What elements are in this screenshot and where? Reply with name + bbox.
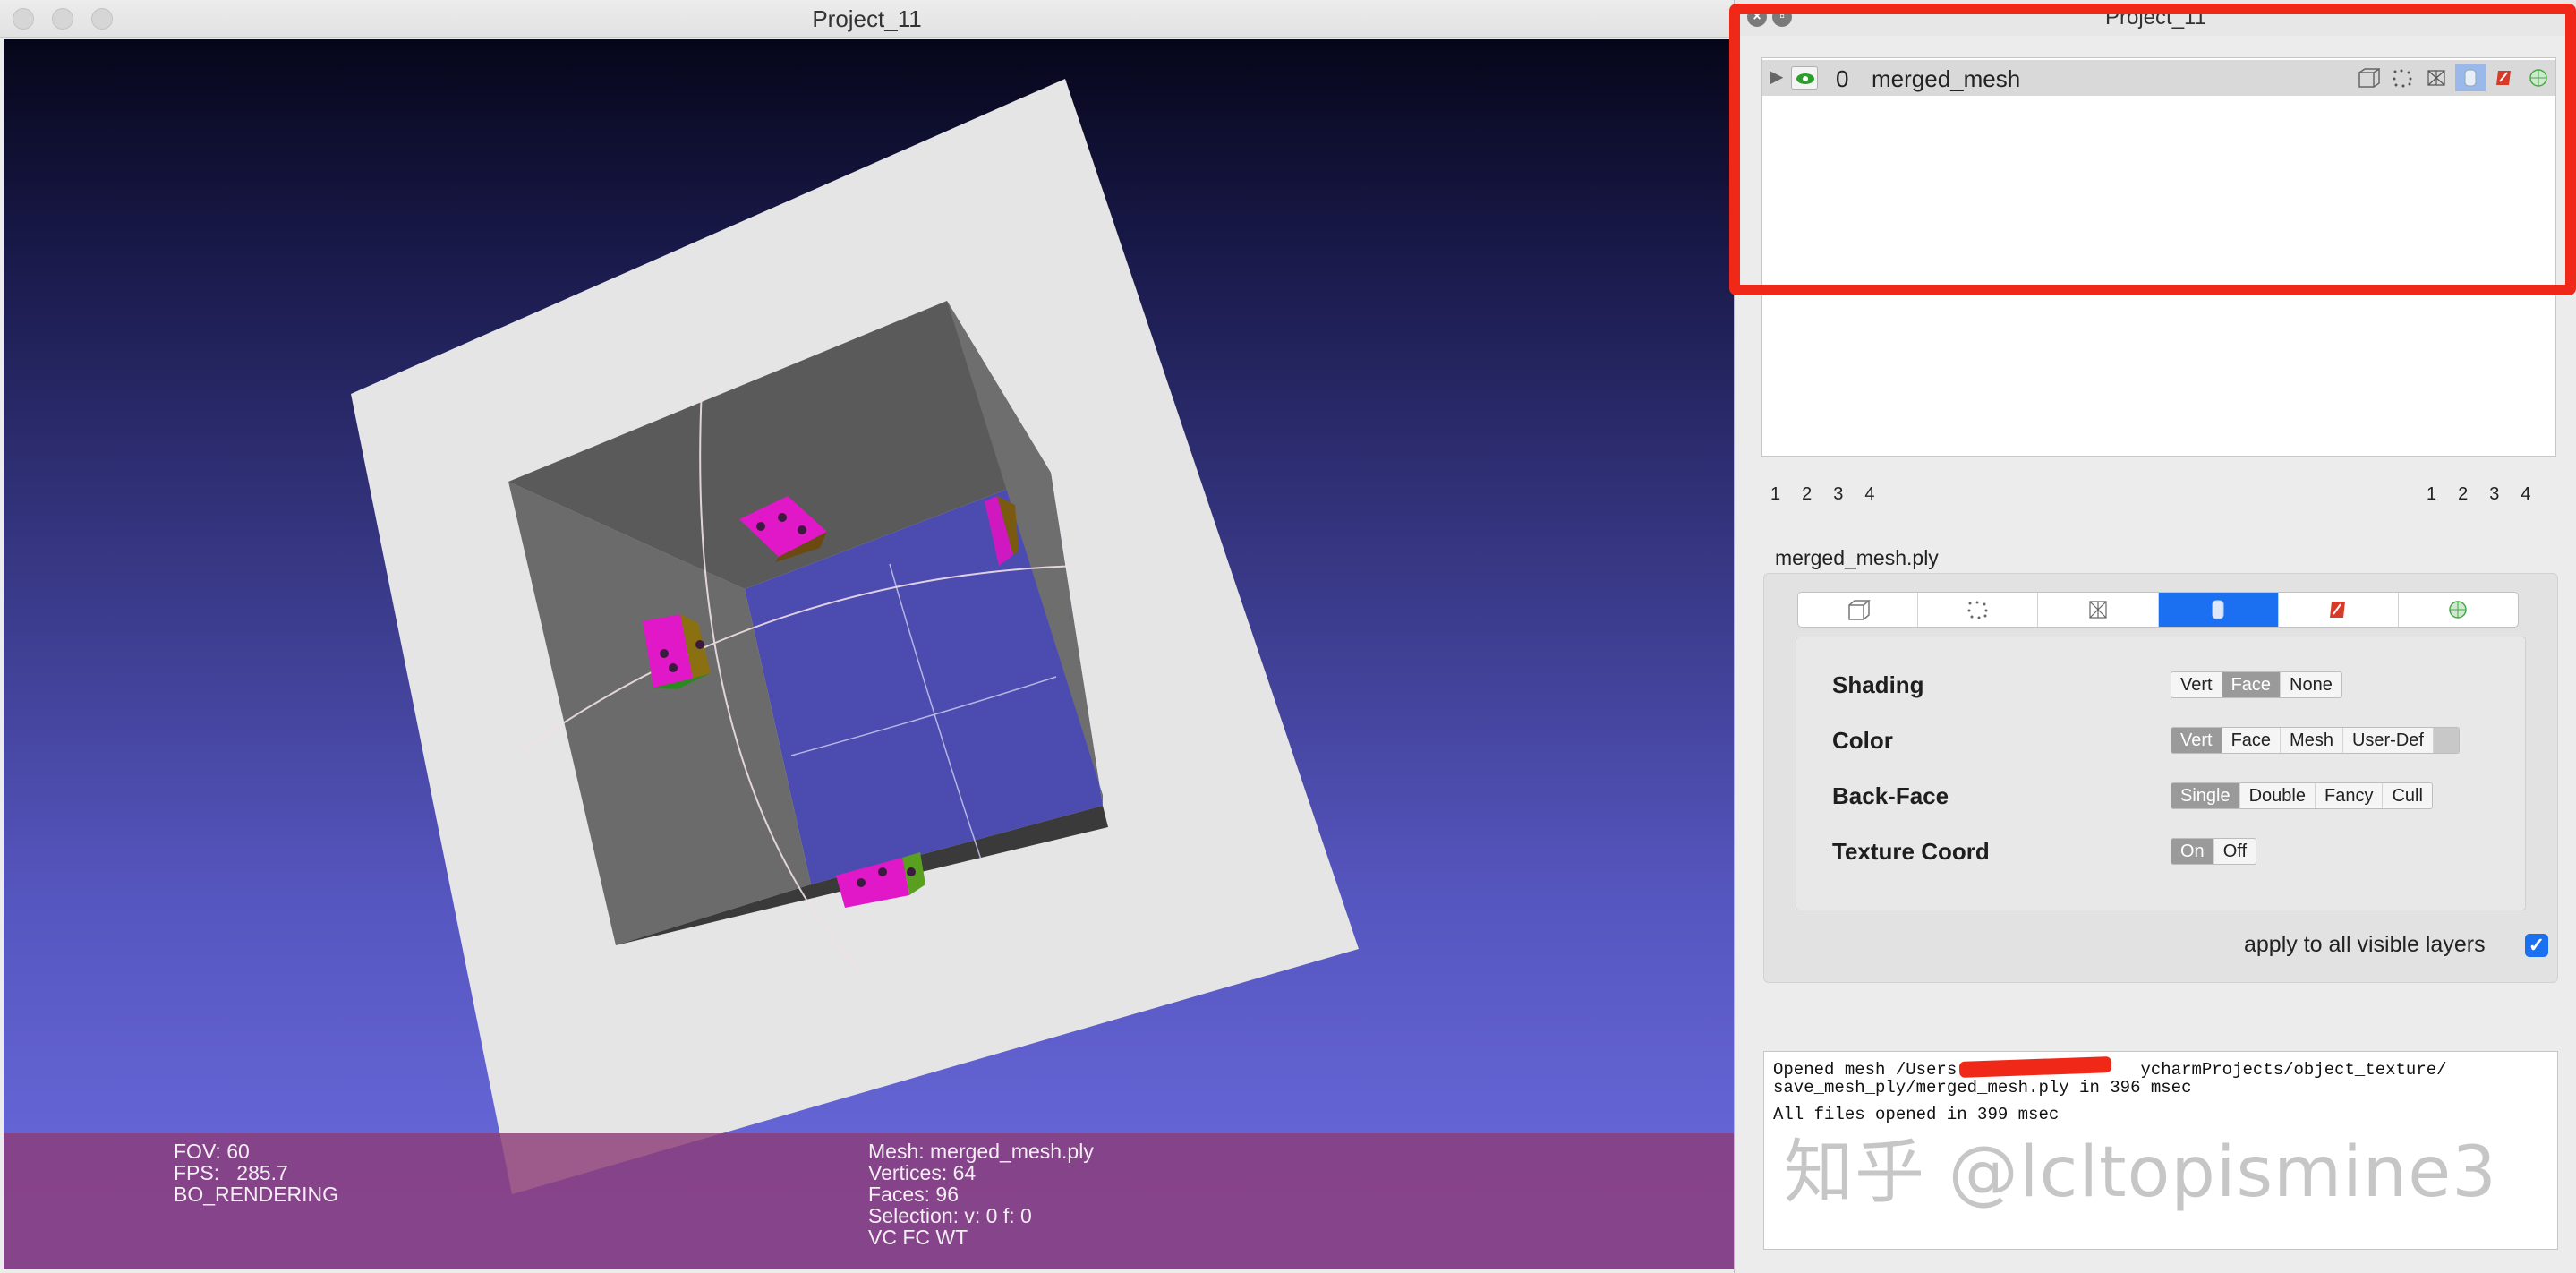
layer-index: 0 bbox=[1836, 65, 1849, 92]
page-4[interactable]: 4 bbox=[1864, 484, 1874, 505]
color-selector: Vert Face Mesh User-Def bbox=[2171, 727, 2460, 754]
color-label: Color bbox=[1832, 727, 1893, 754]
layer-render-icons bbox=[2353, 64, 2554, 91]
texture-coord-off[interactable]: Off bbox=[2214, 839, 2256, 864]
texture-coord-row: Texture Coord On Off bbox=[1796, 833, 2527, 868]
fps-readout: FPS: 285.7 bbox=[174, 1161, 288, 1184]
mesh-info: Mesh: merged_mesh.ply Vertices: 64 Faces… bbox=[868, 1141, 1094, 1248]
layer-pages-right: 1 2 3 4 bbox=[2427, 484, 2531, 505]
main-window: Project_11 FOV: 60 FPS: 285.7 BO_RENDERI… bbox=[0, 0, 1734, 1273]
page-3[interactable]: 3 bbox=[2489, 484, 2499, 505]
dialog-title-bar: × ▫ Project_11 bbox=[1735, 0, 2576, 36]
shading-vert[interactable]: Vert bbox=[2171, 672, 2222, 697]
page-2[interactable]: 2 bbox=[1802, 484, 1812, 505]
shading-label: Shading bbox=[1832, 671, 1924, 698]
render-mode-tabs bbox=[1797, 592, 2519, 628]
texture-icon[interactable] bbox=[2279, 593, 2399, 627]
back-face-selector: Single Double Fancy Cull bbox=[2171, 782, 2433, 809]
layer-pages-left: 1 2 3 4 bbox=[1770, 484, 1875, 505]
shading-none[interactable]: None bbox=[2281, 672, 2341, 697]
render-mode-readout: BO_RENDERING bbox=[174, 1183, 339, 1206]
expand-arrow-icon[interactable]: ▶ bbox=[1770, 65, 1783, 88]
sphere-icon[interactable] bbox=[2399, 593, 2518, 627]
render-options-panel: Shading Vert Face None Color Vert Face M… bbox=[1763, 573, 2558, 983]
mesh-name-readout: Mesh: merged_mesh.ply bbox=[868, 1140, 1094, 1163]
viewport-info-bar: FOV: 60 FPS: 285.7 BO_RENDERING Mesh: me… bbox=[4, 1133, 1734, 1269]
back-face-label: Back-Face bbox=[1832, 782, 1949, 809]
texture-coord-label: Texture Coord bbox=[1832, 838, 1990, 865]
page-1[interactable]: 1 bbox=[1770, 484, 1780, 505]
wire-icon[interactable] bbox=[2038, 593, 2159, 627]
back-face-fancy[interactable]: Fancy bbox=[2316, 783, 2384, 808]
color-row: Color Vert Face Mesh User-Def bbox=[1796, 722, 2527, 757]
color-vert[interactable]: Vert bbox=[2171, 728, 2222, 753]
layer-table[interactable]: ▶ 0 merged_mesh bbox=[1761, 57, 2556, 457]
shading-selector: Vert Face None bbox=[2171, 671, 2342, 698]
color-user-def[interactable]: User-Def bbox=[2343, 728, 2434, 753]
title-bar: Project_11 bbox=[0, 0, 1734, 38]
page-1[interactable]: 1 bbox=[2427, 484, 2436, 505]
color-mesh[interactable]: Mesh bbox=[2281, 728, 2343, 753]
texture-coord-selector: On Off bbox=[2171, 838, 2256, 865]
file-label: merged_mesh.ply bbox=[1775, 546, 1939, 569]
render-options: Shading Vert Face None Color Vert Face M… bbox=[1796, 636, 2526, 910]
points-icon[interactable] bbox=[1918, 593, 2039, 627]
layer-dialog: × ▫ Project_11 ▶ 0 merged_mesh 1 2 3 4 1… bbox=[1734, 0, 2576, 1273]
sphere-icon[interactable] bbox=[2523, 64, 2554, 91]
wire-icon[interactable] bbox=[2421, 64, 2452, 91]
apply-all-label: apply to all visible layers bbox=[2244, 932, 2486, 957]
3d-viewport[interactable]: FOV: 60 FPS: 285.7 BO_RENDERING Mesh: me… bbox=[4, 39, 1734, 1269]
shading-row: Shading Vert Face None bbox=[1796, 666, 2527, 702]
texture-icon[interactable] bbox=[2489, 64, 2520, 91]
back-face-cull[interactable]: Cull bbox=[2383, 783, 2431, 808]
flags-readout: VC FC WT bbox=[868, 1226, 968, 1249]
faces-readout: Faces: 96 bbox=[868, 1183, 959, 1206]
mesh-scene[interactable] bbox=[4, 39, 1734, 1269]
vertices-readout: Vertices: 64 bbox=[868, 1161, 977, 1184]
window-title: Project_11 bbox=[812, 5, 922, 32]
log-line: save_mesh_ply/merged_mesh.ply in 396 mse… bbox=[1773, 1078, 2192, 1098]
points-icon[interactable] bbox=[2387, 64, 2418, 91]
watermark: 知乎 @lcltopismine3 bbox=[1784, 1132, 2497, 1213]
layer-name[interactable]: merged_mesh bbox=[1872, 65, 2020, 93]
smooth-icon[interactable] bbox=[2158, 593, 2279, 627]
back-face-double[interactable]: Double bbox=[2240, 783, 2316, 808]
back-face-single[interactable]: Single bbox=[2171, 783, 2240, 808]
page-2[interactable]: 2 bbox=[2458, 484, 2468, 505]
log-window[interactable]: Opened mesh /Users ycharmProjects/object… bbox=[1763, 1051, 2558, 1250]
fov-readout: FOV: 60 bbox=[174, 1140, 250, 1163]
selection-readout: Selection: v: 0 f: 0 bbox=[868, 1204, 1032, 1227]
render-info: FOV: 60 FPS: 285.7 BO_RENDERING bbox=[174, 1141, 338, 1205]
back-face-row: Back-Face Single Double Fancy Cull bbox=[1796, 777, 2527, 813]
eye-icon[interactable] bbox=[1791, 66, 1818, 90]
color-face[interactable]: Face bbox=[2222, 728, 2282, 753]
shading-face[interactable]: Face bbox=[2222, 672, 2282, 697]
layer-row[interactable]: ▶ 0 merged_mesh bbox=[1762, 60, 2555, 96]
dialog-title: Project_11 bbox=[2105, 5, 2206, 30]
cylinder-icon[interactable] bbox=[2455, 64, 2486, 91]
color-swatch[interactable] bbox=[2433, 728, 2459, 753]
texture-coord-on[interactable]: On bbox=[2171, 839, 2214, 864]
apply-all-checkbox[interactable]: ✓ bbox=[2525, 934, 2548, 957]
page-4[interactable]: 4 bbox=[2521, 484, 2530, 505]
box-icon[interactable] bbox=[2353, 64, 2384, 91]
box-icon[interactable] bbox=[1798, 593, 1919, 627]
page-3[interactable]: 3 bbox=[1833, 484, 1843, 505]
